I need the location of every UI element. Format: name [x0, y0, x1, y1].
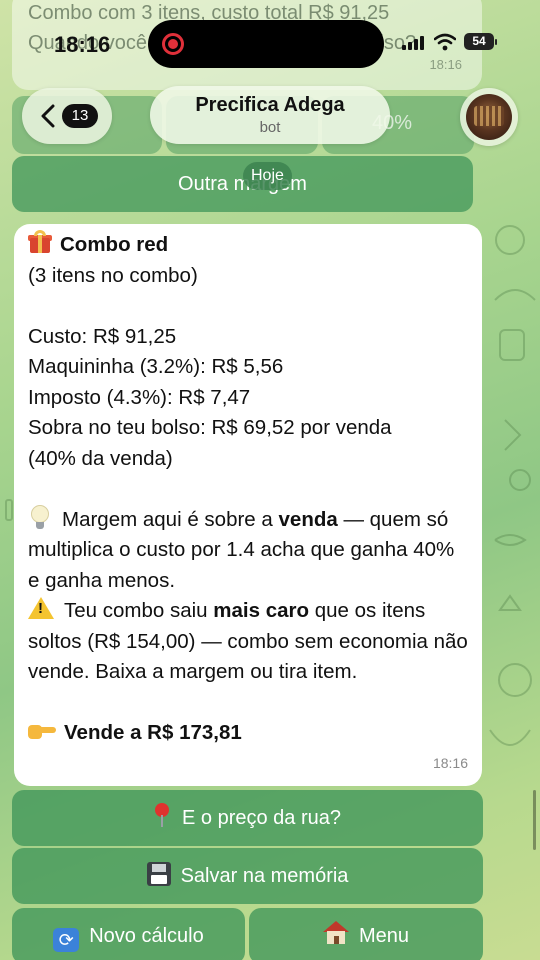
chat-title[interactable]: Precifica Adega bot: [150, 86, 390, 144]
outra-margem-button[interactable]: Outra margem: [12, 156, 473, 212]
new-calc-label: Novo cálculo: [89, 925, 204, 947]
menu-label: Menu: [358, 925, 410, 947]
message-bubble: Combo red (3 itens no combo) Custo: R$ 9…: [14, 224, 482, 786]
avatar[interactable]: [460, 88, 518, 146]
warning-paragraph: Teu combo saiu mais caro que os itens so…: [28, 596, 468, 688]
lightbulb-icon: [28, 504, 52, 531]
street-price-button[interactable]: E o preço da rua?: [12, 790, 483, 846]
new-calc-button[interactable]: ⟳ Novo cálculo: [12, 908, 245, 960]
cost-line: Custo: R$ 91,25: [28, 324, 177, 348]
profit-percent-line: (40% da venda): [28, 446, 173, 470]
card-fee-line: Maquininha (3.2%): R$ 5,56: [28, 355, 284, 378]
dynamic-island: [148, 20, 384, 68]
final-price: Vende a R$ 173,81: [64, 721, 242, 744]
tax-line: Imposto (4.3%): R$ 7,47: [28, 385, 251, 409]
chevron-left-icon: [41, 104, 55, 128]
tip-paragraph: Margem aqui é sobre a venda — quem só mu…: [28, 504, 468, 597]
screen-recording-icon: [162, 33, 184, 55]
street-price-label: E o preço da rua?: [182, 807, 341, 829]
date-chip: Hoje: [243, 162, 292, 190]
warning-icon: [28, 597, 54, 619]
profit-line: Sobra no teu bolso: R$ 69,52 por venda: [28, 416, 392, 439]
message-title: Combo red: [60, 233, 169, 256]
unread-count-badge: 13: [62, 104, 98, 128]
house-icon: [322, 921, 349, 945]
chat-subtitle: bot: [259, 119, 281, 136]
pointing-hand-icon: [28, 721, 56, 739]
message-time: 18:16: [432, 754, 468, 771]
battery-level: 54: [472, 34, 486, 48]
pin-icon: [154, 803, 170, 827]
status-bar: 18:16 54: [0, 0, 540, 88]
chat-name: Precifica Adega: [195, 94, 345, 116]
repeat-icon: ⟳: [53, 928, 80, 952]
gift-icon: [28, 230, 52, 254]
battery-icon: 54: [464, 33, 497, 50]
floppy-disk-icon: [146, 862, 171, 886]
cellular-signal-icon: [402, 36, 424, 50]
status-time: 18:16: [54, 32, 111, 57]
wifi-icon: [434, 33, 456, 51]
scrollbar[interactable]: [533, 790, 536, 850]
save-memory-button[interactable]: Salvar na memória: [12, 848, 483, 904]
message-subtitle: (3 itens no combo): [28, 263, 198, 287]
save-memory-label: Salvar na memória: [180, 865, 349, 887]
menu-button[interactable]: Menu: [249, 908, 483, 960]
bot-avatar-image: [466, 94, 512, 140]
back-button[interactable]: 13: [22, 88, 112, 144]
